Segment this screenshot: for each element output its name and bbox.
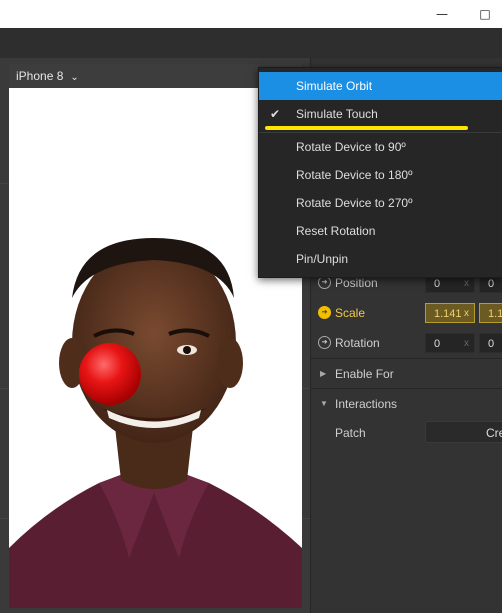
- scale-y-value: 1.14: [488, 308, 502, 320]
- position-x-value: 0: [434, 278, 441, 290]
- patch-label: Patch: [335, 426, 366, 440]
- scale-x-value: 1.141: [434, 308, 462, 320]
- menu-item-rotate-90[interactable]: Rotate Device to 90º: [259, 133, 502, 161]
- position-y-value: 0: [488, 278, 495, 290]
- simulator-context-menu: Simulate Orbit ✔ Simulate Touch Rotate D…: [258, 67, 502, 278]
- maximize-icon[interactable]: □: [477, 6, 493, 22]
- menu-item-label: Rotate Device to 180º: [296, 168, 413, 182]
- menu-item-label: Rotate Device to 90º: [296, 140, 406, 154]
- red-nose-effect: [79, 343, 141, 405]
- menu-item-label: Reset Rotation: [296, 224, 376, 238]
- minimize-icon[interactable]: —: [434, 6, 450, 22]
- window-title-bar: — □: [0, 0, 502, 28]
- device-selector[interactable]: iPhone 8 ⌄: [16, 69, 79, 83]
- create-patch-button[interactable]: Cre: [425, 421, 502, 443]
- menu-item-reset-rotation[interactable]: Reset Rotation: [259, 217, 502, 245]
- chevron-down-icon: ⌄: [70, 72, 79, 83]
- menu-item-label: Simulate Orbit: [296, 79, 373, 93]
- menu-item-rotate-270[interactable]: Rotate Device to 270º: [259, 189, 502, 217]
- keyframe-arrow-icon[interactable]: ➔: [318, 306, 331, 319]
- interactions-label: Interactions: [335, 397, 398, 411]
- rotation-row: ➔ Rotation 0x 0: [310, 328, 502, 358]
- scale-label: Scale: [335, 306, 366, 320]
- x-icon: x: [464, 308, 469, 319]
- rotation-label: Rotation: [335, 336, 380, 350]
- menu-item-rotate-180[interactable]: Rotate Device to 180º: [259, 161, 502, 189]
- x-icon: x: [464, 338, 469, 349]
- rotation-x-value: 0: [434, 338, 441, 350]
- collapse-arrow-icon: ▼: [320, 399, 328, 408]
- position-label: Position: [335, 276, 378, 290]
- expand-arrow-icon: ▶: [320, 369, 327, 378]
- device-label: iPhone 8: [16, 69, 64, 83]
- menu-item-label: Pin/Unpin: [296, 252, 349, 266]
- menu-item-simulate-orbit[interactable]: Simulate Orbit: [259, 72, 502, 100]
- toolbar: [0, 28, 502, 59]
- keyframe-arrow-icon[interactable]: ➔: [318, 336, 331, 349]
- menu-item-pin-unpin[interactable]: Pin/Unpin: [259, 245, 502, 273]
- enable-for-section[interactable]: ▶ Enable For: [310, 358, 502, 389]
- checkmark-icon: ✔: [270, 107, 281, 121]
- menu-item-label: Simulate Touch: [296, 107, 378, 121]
- scale-x-field[interactable]: 1.141 x: [425, 303, 475, 323]
- rotation-y-value: 0: [488, 338, 495, 350]
- menu-item-label: Rotate Device to 270º: [296, 196, 413, 210]
- highlight-underline-annotation: [265, 126, 468, 130]
- enable-for-label: Enable For: [335, 367, 394, 381]
- rotation-y-field[interactable]: 0: [479, 333, 502, 353]
- rotation-x-field[interactable]: 0x: [425, 333, 475, 353]
- menu-item-simulate-touch[interactable]: ✔ Simulate Touch: [259, 100, 502, 128]
- interactions-section[interactable]: ▼ Interactions: [310, 388, 502, 419]
- scale-y-field[interactable]: 1.14: [479, 303, 502, 323]
- scale-row: ➔ Scale 1.141x 1.14: [310, 298, 502, 328]
